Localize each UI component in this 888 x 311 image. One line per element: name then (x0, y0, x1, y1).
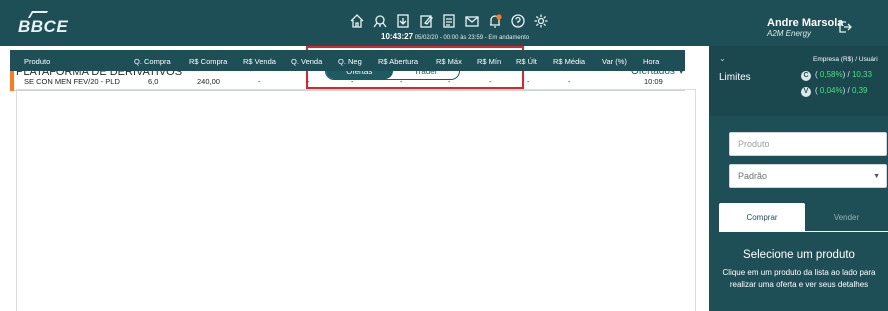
cell-rs-compra: 240,00 (197, 77, 220, 86)
limit-sell-suffix: 0,39 (851, 86, 868, 95)
cell-rs-max: - (448, 77, 451, 86)
network-icon[interactable] (370, 11, 389, 30)
col-rs-abertura[interactable]: R$ Abertura (378, 57, 418, 66)
user-company: A2M Energy (767, 29, 812, 38)
help-icon[interactable] (508, 11, 527, 30)
cell-rs-abertura: - (400, 77, 403, 86)
tab-buy[interactable]: Comprar (719, 203, 805, 231)
mode-select-value: Padrão (738, 171, 768, 181)
col-q-venda[interactable]: Q. Venda (291, 57, 322, 66)
col-rs-media[interactable]: R$ Média (553, 57, 585, 66)
col-q-compra[interactable]: Q. Compra (134, 57, 171, 66)
col-hora[interactable]: Hora (643, 57, 659, 66)
mode-select[interactable]: Padrão ▼ (729, 164, 887, 188)
sidebar: ⌄ Limites Empresa (R$) / Usuári C( 0,58%… (709, 46, 888, 311)
user-name: Andre Marsola (767, 17, 844, 29)
limit-buy-value: 0,58% (819, 70, 843, 79)
download-icon[interactable] (393, 11, 412, 30)
limit-sell-value: 0,04% (819, 86, 843, 95)
limits-header: Empresa (R$) / Usuári (813, 56, 878, 63)
session-clock: 10:43:27 05/02/20 - 00:00 às 23:59 - Em … (381, 32, 529, 41)
clock-time: 10:43:27 (381, 32, 414, 41)
limits-title: Limites (719, 72, 751, 83)
mail-icon[interactable] (462, 11, 481, 30)
limit-buy: C( 0,58%) / 10,33 (801, 70, 872, 81)
cell-rs-min: - (489, 77, 492, 86)
chevron-down-icon[interactable]: ⌄ (719, 54, 726, 63)
col-rs-min[interactable]: R$ Mín (477, 57, 501, 66)
col-produto[interactable]: Produto (24, 57, 50, 66)
cell-hora: 10:09 (644, 77, 663, 86)
empty-state-title: Selecione um produto (743, 249, 855, 261)
bell-icon[interactable] (485, 11, 504, 30)
document-icon[interactable] (439, 11, 458, 30)
limit-sell-badge: V (801, 87, 811, 97)
logo[interactable]: BBCE (18, 17, 68, 37)
cell-q-neg: - (351, 77, 354, 86)
table-header: Produto Q. Compra R$ Compra R$ Venda Q. … (10, 50, 685, 71)
col-rs-max[interactable]: R$ Máx (436, 57, 462, 66)
limit-buy-badge: C (801, 71, 811, 81)
nav-icons (347, 11, 550, 30)
logout-icon[interactable] (838, 20, 852, 34)
cell-produto: SE CON MEN FEV/20 - PLD (24, 77, 120, 86)
product-input[interactable]: Produto (729, 132, 887, 156)
limit-sell: V( 0,04%) / 0,39 (801, 86, 868, 97)
col-rs-ult[interactable]: R$ Últ (516, 57, 537, 66)
trade-tabs: Comprar Vender (719, 203, 888, 231)
user-info: Andre Marsola A2M Energy (767, 17, 843, 38)
row-accent (10, 71, 14, 91)
main-panel: PLATAFORMA DE DERIVATIVOS Ofertas Trader… (0, 46, 709, 311)
clock-info: 05/02/20 - 00:00 às 23:59 - Em andamento (414, 35, 530, 41)
chevron-down-icon: ▼ (873, 172, 880, 180)
cell-rs-ult: - (527, 77, 530, 86)
col-var[interactable]: Var (%) (602, 57, 627, 66)
settings-icon[interactable] (531, 11, 550, 30)
limit-buy-suffix: 10,33 (851, 70, 872, 79)
tab-sell[interactable]: Vender (805, 203, 888, 231)
col-rs-venda[interactable]: R$ Venda (243, 57, 276, 66)
col-q-neg[interactable]: Q. Neg (338, 57, 362, 66)
top-bar: BBCE 10:43:27 05/02/20 - 00:00 às 23:59 … (0, 0, 888, 46)
edit-icon[interactable] (416, 11, 435, 30)
cell-q-venda: - (307, 77, 310, 86)
cell-rs-venda: - (258, 77, 261, 86)
cell-q-compra: 6,0 (148, 77, 159, 86)
cell-rs-media: - (568, 77, 571, 86)
product-input-placeholder: Produto (738, 139, 770, 149)
table-row[interactable]: SE CON MEN FEV/20 - PLD 6,0 240,00 - - -… (10, 71, 685, 91)
products-card (16, 89, 696, 311)
col-rs-compra[interactable]: R$ Compra (189, 57, 227, 66)
empty-state-description: Clique em um produto da lista ao lado pa… (722, 268, 876, 289)
limits-panel: ⌄ Limites Empresa (R$) / Usuári C( 0,58%… (709, 46, 888, 116)
trade-panel: Selecione um produto Clique em um produt… (719, 231, 888, 311)
home-icon[interactable] (347, 11, 366, 30)
